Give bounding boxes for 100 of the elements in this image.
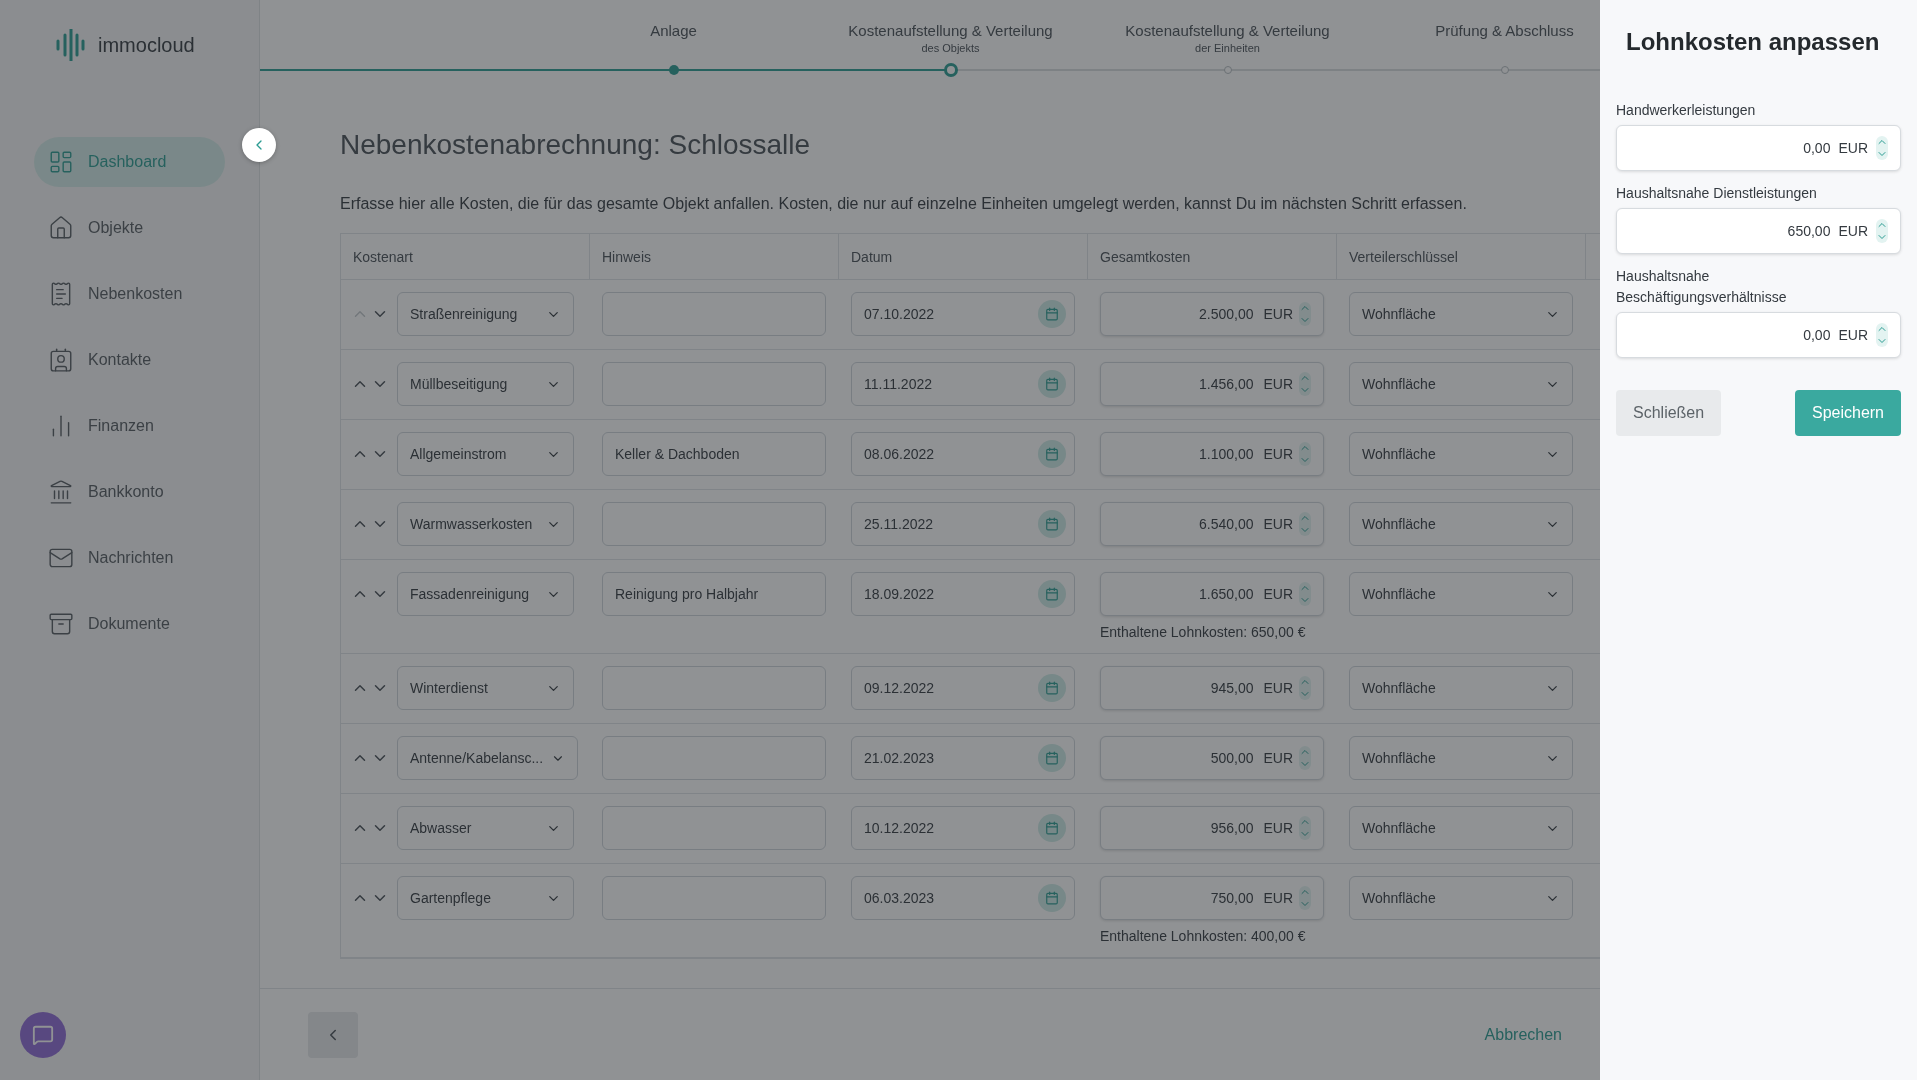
nav-icon	[48, 347, 74, 373]
page-description: Erfasse hier alle Kosten, die für das gesamte Objekt anfallen. Kosten, die nur auf einzelne Einheiten umgelegt werden, kannst Du im nächsten Schritt erfassen.	[340, 195, 1467, 213]
spinner-icon[interactable]	[1876, 323, 1888, 347]
distribution-key-select[interactable]: Wohnfläche	[1349, 362, 1573, 406]
amount-field[interactable]: 945,00 EUR	[1100, 666, 1324, 710]
nav-icon	[48, 215, 74, 241]
nav-icon	[48, 611, 74, 637]
calendar-button[interactable]	[1038, 580, 1066, 608]
date-field[interactable]: 18.09.2022	[851, 572, 1075, 616]
amount-field[interactable]: 6.540,00 EUR	[1100, 502, 1324, 546]
sidebar-item[interactable]: Kontakte	[34, 335, 225, 385]
cost-type-select[interactable]: Antenne/Kabelansc...	[397, 736, 578, 780]
column-header: Kostenart	[341, 234, 590, 279]
amount-field[interactable]: 650,00 EUR	[1616, 208, 1901, 254]
distribution-key-select[interactable]: Wohnfläche	[1349, 432, 1573, 476]
distribution-key-select[interactable]: Wohnfläche	[1349, 666, 1573, 710]
calendar-button[interactable]	[1038, 300, 1066, 328]
wage-costs-note: Enthaltene Lohnkosten: 650,00 €	[1100, 624, 1307, 640]
panel-title: Lohnkosten anpassen	[1626, 28, 1881, 56]
date-field[interactable]: 07.10.2022	[851, 292, 1075, 336]
spinner-icon[interactable]	[1299, 816, 1311, 840]
amount-field[interactable]: 2.500,00 EUR	[1100, 292, 1324, 336]
date-field[interactable]: 11.11.2022	[851, 362, 1075, 406]
close-button[interactable]: Schließen	[1616, 390, 1722, 436]
spinner-icon[interactable]	[1299, 512, 1311, 536]
sidebar-item[interactable]: Objekte	[34, 203, 225, 253]
spinner-icon[interactable]	[1299, 582, 1311, 606]
sidebar-item[interactable]: Nachrichten	[34, 533, 225, 583]
back-button[interactable]	[308, 1011, 358, 1058]
date-field[interactable]: 25.11.2022	[851, 502, 1075, 546]
distribution-key-select[interactable]: Wohnfläche	[1349, 736, 1573, 780]
spinner-icon[interactable]	[1299, 372, 1311, 396]
cost-type-select[interactable]: Winterdienst	[397, 666, 574, 710]
date-field[interactable]: 08.06.2022	[851, 432, 1075, 476]
note-field[interactable]	[602, 666, 826, 710]
sidebar-item[interactable]: Dokumente	[34, 599, 225, 649]
spinner-icon[interactable]	[1876, 219, 1888, 243]
sidebar-item[interactable]: Bankkonto	[34, 467, 225, 517]
spinner-icon[interactable]	[1299, 442, 1311, 466]
distribution-key-select[interactable]: Wohnfläche	[1349, 502, 1573, 546]
note-field[interactable]	[602, 736, 826, 780]
calendar-button[interactable]	[1038, 744, 1066, 772]
calendar-icon	[1045, 377, 1059, 391]
calendar-icon	[1045, 447, 1059, 461]
note-field[interactable]	[602, 806, 826, 850]
wage-costs-note: Enthaltene Lohnkosten: 400,00 €	[1100, 928, 1307, 944]
collapse-button[interactable]	[242, 128, 276, 162]
date-field[interactable]: 10.12.2022	[851, 806, 1075, 850]
amount-field[interactable]: 1.456,00 EUR	[1100, 362, 1324, 406]
spinner-icon[interactable]	[1876, 136, 1888, 160]
sidebar-item[interactable]: Nebenkosten	[34, 269, 225, 319]
calendar-button[interactable]	[1038, 440, 1066, 468]
amount-field[interactable]: 750,00 EUR	[1100, 876, 1324, 920]
distribution-key-select[interactable]: Wohnfläche	[1349, 292, 1573, 336]
calendar-button[interactable]	[1038, 370, 1066, 398]
amount-field[interactable]: 1.650,00 EUR	[1100, 572, 1324, 616]
amount-field[interactable]: 0,00 EUR	[1616, 312, 1901, 358]
cost-type-select[interactable]: Gartenpflege	[397, 876, 574, 920]
spinner-icon[interactable]	[1299, 746, 1311, 770]
chat-button[interactable]	[20, 1012, 66, 1058]
distribution-key-select[interactable]: Wohnfläche	[1349, 806, 1573, 850]
note-field[interactable]	[602, 292, 826, 336]
note-field[interactable]	[602, 502, 826, 546]
cost-type-select[interactable]: Fassadenreinigung	[397, 572, 574, 616]
step-sublabel: der Einheiten	[1195, 42, 1260, 54]
amount-field[interactable]: 500,00 EUR	[1100, 736, 1324, 780]
calendar-button[interactable]	[1038, 814, 1066, 842]
distribution-key-select[interactable]: Wohnfläche	[1349, 876, 1573, 920]
logo-icon	[56, 29, 86, 61]
cost-type-select[interactable]: Warmwasserkosten	[397, 502, 574, 546]
cost-type-select[interactable]: Müllbeseitigung	[397, 362, 574, 406]
distribution-key-select[interactable]: Wohnfläche	[1349, 572, 1573, 616]
spinner-icon[interactable]	[1299, 302, 1311, 326]
amount-field[interactable]: 956,00 EUR	[1100, 806, 1324, 850]
note-field[interactable]: Keller & Dachboden	[602, 432, 826, 476]
sidebar-item[interactable]: Finanzen	[34, 401, 225, 451]
calendar-button[interactable]	[1038, 510, 1066, 538]
step-label: Anlage	[650, 22, 697, 39]
cost-type-select[interactable]: Allgemeinstrom	[397, 432, 574, 476]
calendar-icon	[1045, 751, 1059, 765]
date-field[interactable]: 09.12.2022	[851, 666, 1075, 710]
date-field[interactable]: 21.02.2023	[851, 736, 1075, 780]
calendar-button[interactable]	[1038, 884, 1066, 912]
calendar-button[interactable]	[1038, 674, 1066, 702]
calendar-icon	[1045, 681, 1059, 695]
calendar-icon	[1045, 891, 1059, 905]
column-header: Datum	[839, 234, 1088, 279]
amount-field[interactable]: 1.100,00 EUR	[1100, 432, 1324, 476]
amount-field[interactable]: 0,00 EUR	[1616, 125, 1901, 171]
note-field[interactable]	[602, 362, 826, 406]
spinner-icon[interactable]	[1299, 886, 1311, 910]
save-button[interactable]: Speichern	[1794, 390, 1901, 436]
cost-type-select[interactable]: Abwasser	[397, 806, 574, 850]
cost-type-select[interactable]: Straßenreinigung	[397, 292, 574, 336]
spinner-icon[interactable]	[1299, 676, 1311, 700]
cancel-button[interactable]: Abbrechen	[1484, 1025, 1562, 1044]
step-label: Kostenaufstellung & Verteilung	[1125, 22, 1330, 39]
note-field[interactable]	[602, 876, 826, 920]
note-field[interactable]: Reinigung pro Halbjahr	[602, 572, 826, 616]
date-field[interactable]: 06.03.2023	[851, 876, 1075, 920]
